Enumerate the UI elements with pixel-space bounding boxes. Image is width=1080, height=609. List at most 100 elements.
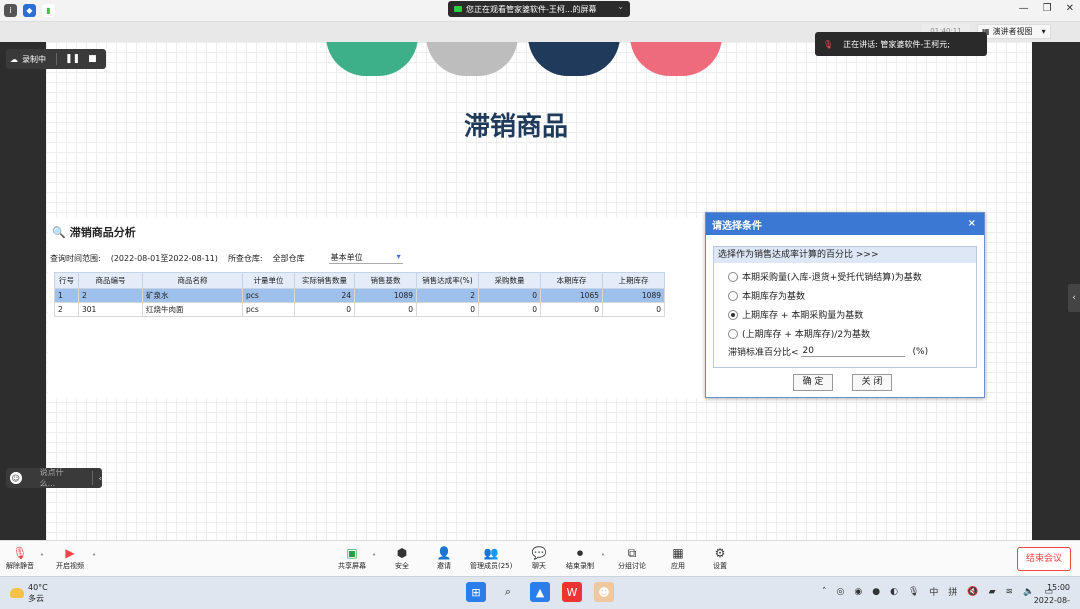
ime-pinyin[interactable]: 拼 — [948, 585, 957, 598]
mic-icon[interactable]: 🎙 — [908, 587, 919, 597]
col-header[interactable]: 实际销售数量 — [294, 272, 355, 289]
radio-button[interactable] — [728, 290, 738, 301]
col-header[interactable]: 本期库存 — [540, 272, 603, 289]
chevron-up-icon[interactable]: ˄ — [40, 553, 44, 562]
dialog-close-button[interactable]: 关 闭 — [852, 374, 892, 391]
shield-icon[interactable]: ◆ — [23, 4, 36, 17]
top-status-icons: i ◆ ▮ — [4, 4, 55, 17]
radio-button[interactable] — [728, 328, 738, 339]
table-cell: pcs — [242, 302, 295, 317]
magnifier-icon: 🔍 — [52, 225, 66, 239]
meeting-app-icon[interactable]: ▲ — [530, 582, 550, 602]
minimize-icon[interactable]: — — [1019, 3, 1029, 14]
radio-button[interactable] — [728, 271, 738, 282]
muted-speaker-icon[interactable]: 🔇 — [967, 587, 978, 597]
info-icon[interactable]: i — [4, 4, 17, 17]
breakout-button[interactable]: ⧉ 分组讨论 — [618, 545, 646, 571]
option-group: 选择作为销售达成率计算的百分比 >>> 本期采购量(入库-退货+受托代销结算)为… — [713, 246, 977, 368]
active-speaker-indicator: 🎙 正在讲话: 管家婆软件-王柯元; — [815, 32, 987, 56]
chevron-up-icon[interactable]: ˄ — [372, 553, 376, 562]
signal-icon[interactable]: ▮ — [42, 4, 55, 17]
settings-button[interactable]: ⚙ 设置 — [712, 545, 728, 571]
start-icon[interactable]: ⊞ — [466, 582, 486, 602]
wifi-icon[interactable]: ≋ — [1006, 587, 1014, 597]
tray-app-icon[interactable]: ● — [872, 587, 880, 597]
emoji-icon[interactable]: ☺ — [10, 472, 22, 484]
members-button[interactable]: 👥 管理成员(25) — [470, 545, 512, 571]
radio-label: 本期库存为基数 — [742, 292, 806, 302]
unmute-button[interactable]: 🎙 解除静音 — [6, 545, 34, 571]
close-icon[interactable]: × — [968, 218, 976, 229]
radio-button-selected[interactable] — [728, 309, 738, 320]
screen-share-banner[interactable]: 您正在观看管家婆软件-王柯...的屏幕 ⌄ — [448, 1, 630, 17]
end-recording-button[interactable]: ⏺ 结束录制 — [566, 545, 594, 571]
col-header[interactable]: 行号 — [54, 272, 79, 289]
share-screen-label: 共享屏幕 — [338, 562, 366, 570]
table-cell: 1 — [54, 288, 79, 303]
cloud-icon: ☁ — [10, 54, 18, 64]
chat-placeholder: 说点什么... — [39, 468, 64, 488]
percent-unit: (%) — [912, 346, 929, 357]
search-icon[interactable]: ⌕ — [498, 582, 518, 602]
chevron-up-icon[interactable]: ˄ — [822, 587, 827, 597]
chat-button[interactable]: 💬 聊天 — [531, 545, 547, 571]
ime-chinese[interactable]: 中 — [929, 585, 938, 598]
gear-icon: ⚙ — [714, 546, 726, 560]
restore-icon[interactable]: ❐ — [1043, 3, 1052, 14]
clock-date: 2022-08-11 — [1033, 596, 1070, 605]
tray-app-icon[interactable]: ◐ — [890, 587, 898, 597]
col-header[interactable]: 商品名称 — [142, 272, 243, 289]
radio-option-average-stock[interactable]: (上期库存 + 本期库存)/2为基数 — [728, 327, 870, 340]
percent-input[interactable]: 20 — [800, 346, 905, 357]
ok-button[interactable]: 确 定 — [793, 374, 833, 391]
col-header[interactable]: 上期库存 — [602, 272, 665, 289]
chevron-up-icon[interactable]: ˄ — [601, 553, 605, 562]
chevron-down-icon[interactable]: ⌄ — [617, 2, 624, 11]
chat-icon: 💬 — [531, 546, 547, 560]
chat-input-chip[interactable]: ☺ 说点什么... ‹ — [6, 468, 102, 488]
radio-label: 上期库存 + 本期采购量为基数 — [742, 311, 864, 321]
table-cell: 红烧牛肉面 — [142, 302, 243, 317]
divider — [91, 471, 93, 485]
radio-option-purchase[interactable]: 本期采购量(入库-退货+受托代销结算)为基数 — [728, 270, 922, 283]
col-header[interactable]: 销售基数 — [354, 272, 417, 289]
pause-icon[interactable]: ❚❚ — [65, 54, 80, 64]
weather-widget[interactable]: 40°C 多云 — [10, 582, 48, 604]
col-header[interactable]: 商品编号 — [78, 272, 143, 289]
tray-app-icon[interactable]: ◉ — [854, 587, 862, 597]
avatar-app-icon[interactable]: ☻ — [594, 582, 614, 602]
breakout-icon: ⧉ — [627, 545, 637, 560]
radio-option-current-stock[interactable]: 本期库存为基数 — [728, 289, 805, 302]
table-cell: 1089 — [602, 288, 665, 303]
invite-button[interactable]: 👤 邀请 — [436, 545, 452, 571]
settings-label: 设置 — [713, 562, 727, 570]
chevron-down-icon: ▾ — [396, 252, 401, 261]
wps-icon[interactable]: W — [562, 582, 582, 602]
close-icon[interactable]: ✕ — [1066, 3, 1074, 14]
tray-app-icon[interactable]: ▰ — [989, 587, 996, 597]
chevron-left-icon[interactable]: ‹ — [99, 474, 102, 483]
col-header[interactable]: 采购数量 — [478, 272, 541, 289]
system-clock[interactable]: 15:00 2022-08-11 — [1024, 581, 1070, 609]
col-header[interactable]: 计量单位 — [242, 272, 295, 289]
security-button[interactable]: ⬢ 安全 — [394, 545, 410, 571]
decorative-shape — [630, 42, 722, 76]
table-row[interactable]: 2 301 红烧牛肉面 pcs 0 0 0 0 0 0 — [54, 302, 665, 317]
col-header[interactable]: 销售达成率(%) — [416, 272, 479, 289]
unit-select[interactable]: 基本单位 ▾ — [328, 252, 403, 264]
start-video-button[interactable]: ▶ 开启视频 — [56, 545, 84, 571]
radio-option-prev-stock-plus-purchase[interactable]: 上期库存 + 本期采购量为基数 — [728, 308, 863, 321]
expand-panel-handle[interactable]: ‹ — [1068, 284, 1080, 312]
condition-dialog: 请选择条件 × 选择作为销售达成率计算的百分比 >>> 本期采购量(入库-退货+… — [705, 212, 985, 398]
chevron-up-icon[interactable]: ˄ — [92, 553, 96, 562]
apps-button[interactable]: ▦ 应用 — [670, 545, 686, 571]
view-mode-button[interactable]: ▦ 演讲者视图 ▾ — [977, 24, 1051, 39]
end-meeting-button[interactable]: 结束会议 — [1017, 547, 1071, 571]
table-row[interactable]: 1 2 矿泉水 pcs 24 1089 2 0 1065 1089 — [54, 288, 665, 303]
stop-icon[interactable]: ■ — [88, 54, 97, 64]
tray-app-icon[interactable]: ◎ — [837, 587, 845, 597]
stop-record-icon: ⏺ — [576, 545, 583, 560]
slide-title: 滞销商品 — [463, 111, 568, 141]
dialog-title: 请选择条件 — [712, 220, 762, 232]
share-screen-button[interactable]: ▣ 共享屏幕 — [338, 545, 366, 571]
